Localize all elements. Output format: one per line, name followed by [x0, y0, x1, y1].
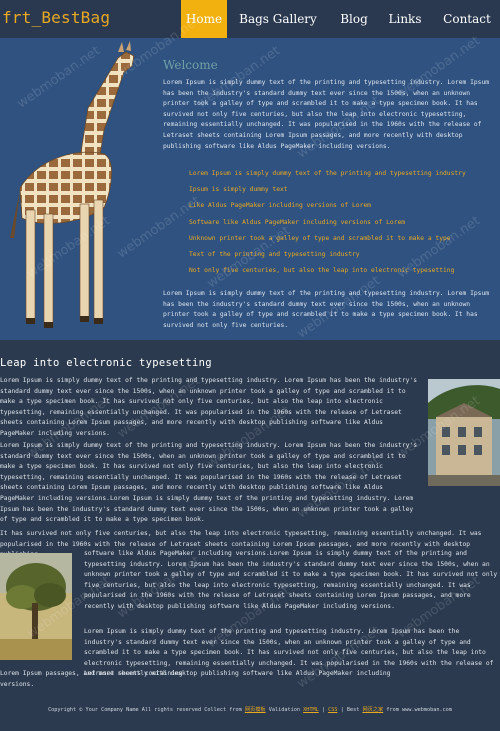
hero-link[interactable]: Like Aldus PageMaker including versions … — [189, 198, 466, 214]
content-paragraph: Lorem Ipsum passages, and more recently … — [0, 670, 391, 688]
section-title: Leap into electronic typesetting — [0, 357, 212, 369]
hero-link[interactable]: Software like Aldus PageMaker including … — [189, 215, 466, 231]
nav-blog[interactable]: Blog — [332, 0, 376, 38]
nav-bags-gallery[interactable]: Bags Gallery — [235, 0, 321, 38]
footer-link-xhtml[interactable]: XHTML — [303, 707, 319, 713]
footer-copyright: Copyright © Your Company Name All rights… — [48, 707, 242, 713]
main-nav: Home Bags Gallery Blog Links Contact — [0, 0, 500, 38]
footer-from: from www.webmoban.com — [386, 707, 452, 713]
hero-link[interactable]: Text of the printing and typesetting ind… — [189, 247, 466, 263]
footer-separator: | — [321, 707, 325, 713]
footer-validation: Validation — [268, 707, 300, 713]
nav-links[interactable]: Links — [383, 0, 427, 38]
main-content: Leap into electronic typesetting Lorem I… — [0, 340, 500, 731]
content-paragraph: Lorem Ipsum is simply dummy text of the … — [0, 442, 418, 524]
hero-link[interactable]: Ipsum is simply dummy text — [189, 182, 466, 198]
site-header: frt_BestBag Home Bags Gallery Blog Links… — [0, 0, 500, 38]
footer-link-template[interactable]: 网页模板 — [245, 707, 266, 713]
nav-home[interactable]: Home — [181, 0, 227, 38]
hero-link-list: Lorem Ipsum is simply dummy text of the … — [189, 166, 466, 279]
footer-link-home[interactable]: 网页之家 — [362, 707, 383, 713]
building-photo — [428, 379, 500, 486]
hero-outro-text: Lorem Ipsum is simply dummy text of the … — [163, 290, 490, 329]
content-paragraph: software like Aldus PageMaker including … — [84, 550, 498, 610]
footer-link-css[interactable]: CSS — [328, 707, 337, 713]
footer-best: | Best — [340, 707, 360, 713]
tree-photo — [0, 553, 72, 660]
giraffe-image — [10, 41, 135, 328]
hero-link[interactable]: Not only five centuries, but also the le… — [189, 263, 466, 279]
nav-contact[interactable]: Contact — [436, 0, 498, 38]
hero-banner: Welcome Lorem Ipsum is simply dummy text… — [0, 38, 500, 340]
hero-link[interactable]: Unknown printer took a galley of type an… — [189, 231, 466, 247]
welcome-heading: Welcome — [163, 58, 218, 72]
hero-link[interactable]: Lorem Ipsum is simply dummy text of the … — [189, 166, 466, 182]
hero-intro-text: Lorem Ipsum is simply dummy text of the … — [163, 79, 490, 150]
content-paragraph: Lorem Ipsum is simply dummy text of the … — [0, 377, 418, 437]
site-footer: Copyright © Your Company Name All rights… — [0, 706, 500, 713]
